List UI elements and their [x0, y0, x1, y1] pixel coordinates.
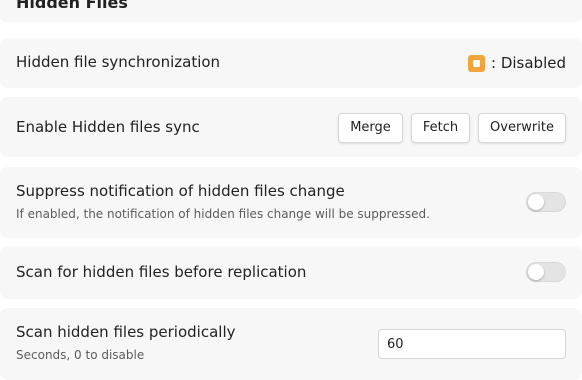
section-title: Hidden Files — [16, 0, 128, 12]
fetch-button[interactable]: Fetch — [411, 113, 470, 143]
setting-label: Hidden file synchronization — [16, 53, 221, 71]
setting-hidden-file-sync-status: Hidden file synchronization : Disabled — [0, 38, 582, 88]
scan-interval-input[interactable] — [378, 329, 566, 359]
hidden-files-settings: Hidden Files Hidden file synchronization… — [0, 0, 582, 380]
setting-label: Scan hidden files periodically — [16, 323, 236, 341]
setting-description: Seconds, 0 to disable — [16, 348, 145, 362]
setting-scan-periodically: Scan hidden files periodically Seconds, … — [0, 308, 582, 380]
toggle-knob — [528, 264, 544, 280]
setting-label: Scan for hidden files before replication — [16, 263, 307, 281]
stop-square-icon — [468, 54, 485, 72]
setting-description: If enabled, the notification of hidden f… — [16, 207, 430, 221]
setting-suppress-notification: Suppress notification of hidden files ch… — [0, 167, 582, 238]
setting-label: Enable Hidden files sync — [16, 118, 200, 136]
merge-button[interactable]: Merge — [338, 113, 403, 143]
suppress-notification-toggle[interactable] — [526, 192, 566, 212]
setting-label: Suppress notification of hidden files ch… — [16, 182, 345, 200]
scan-before-replication-toggle[interactable] — [526, 262, 566, 282]
sync-status-text: : Disabled — [491, 54, 566, 72]
setting-scan-before-replication: Scan for hidden files before replication — [0, 246, 582, 299]
overwrite-button[interactable]: Overwrite — [478, 113, 566, 143]
toggle-knob — [528, 194, 544, 210]
sync-status: : Disabled — [468, 53, 566, 73]
section-header: Hidden Files — [0, 0, 582, 22]
setting-enable-hidden-files-sync: Enable Hidden files sync Merge Fetch Ove… — [0, 97, 582, 157]
